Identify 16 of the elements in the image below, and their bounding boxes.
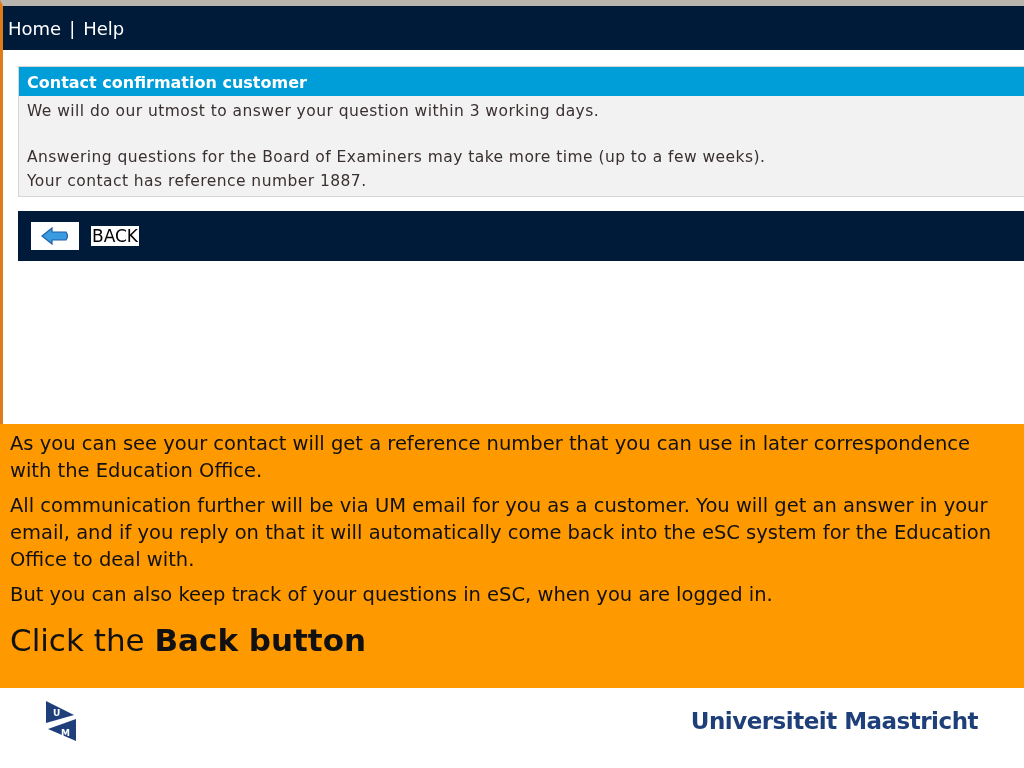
- university-logo: U M: [44, 699, 78, 743]
- left-arrow-icon: [40, 226, 70, 246]
- message-text: We will do our utmost to answer your question within 3 working days.: [27, 102, 601, 120]
- nav-link[interactable]: Help: [83, 17, 125, 39]
- note-text: All communication further will be via UM email for you as a customer. You will get an answer in your email, and if you reply on that it will automatically come back into the eSC system for the Education Office to deal with.: [10, 493, 993, 573]
- instruction-text: Click the Back button: [10, 622, 368, 658]
- message-text: Answering questions for the Board of Examiners may take more time (up to a few weeks).: [27, 148, 767, 166]
- note-text: But you can also keep track of your questions in eSC, when you are logged in.: [10, 582, 774, 608]
- back-link[interactable]: BACK: [91, 226, 139, 246]
- university-name: Universiteit Maastricht: [690, 708, 978, 734]
- nav-separator: |: [69, 17, 76, 39]
- panel-title: Contact confirmation customer: [19, 67, 1024, 96]
- nav-link[interactable]: Home: [8, 17, 62, 39]
- message-text: Your contact has reference number 1887.: [27, 172, 368, 190]
- back-button[interactable]: [31, 222, 79, 250]
- note-text: As you can see your contact will get a reference number that you can use in later correspondence with the Education Office.: [10, 431, 972, 484]
